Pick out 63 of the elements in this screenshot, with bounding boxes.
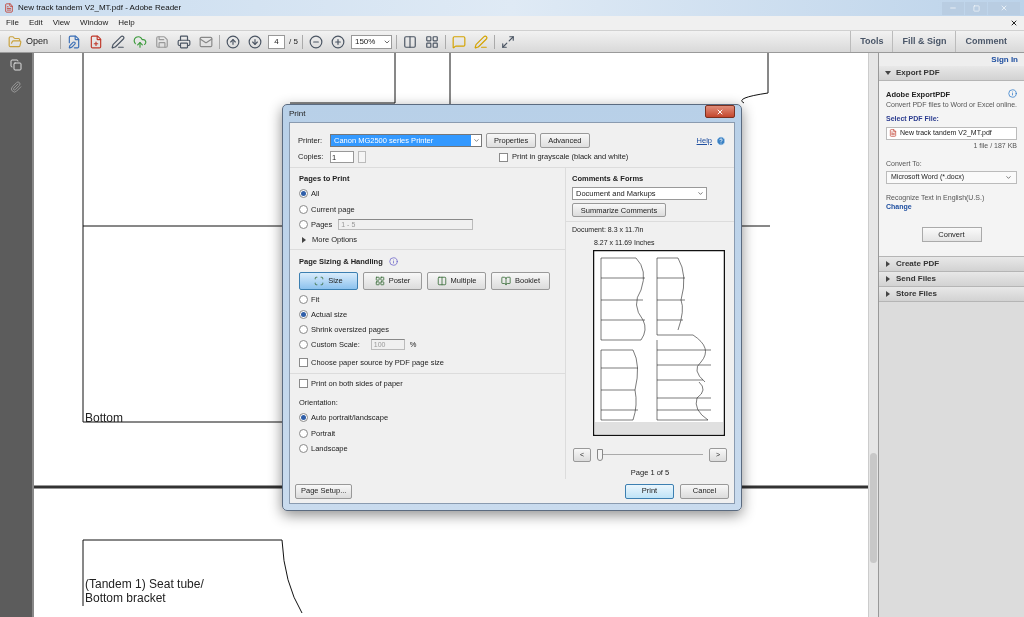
radio-button[interactable] [299, 294, 308, 304]
drawing-caption: Bottom [85, 410, 123, 427]
radio-button[interactable] [299, 204, 308, 214]
close-button[interactable] [705, 105, 735, 118]
collapsed-triangle-icon [885, 261, 891, 268]
pdf-file-icon [889, 129, 897, 138]
expanded-triangle-icon [885, 70, 891, 76]
maximize-icon [972, 4, 980, 12]
slider-thumb[interactable] [597, 449, 603, 462]
caret-icon [472, 137, 480, 144]
menu-item[interactable]: File [6, 17, 19, 29]
checkbox[interactable] [499, 152, 508, 162]
collapsed-triangle-icon [301, 236, 307, 243]
pane-tab[interactable]: Tools [850, 31, 893, 52]
page-slider[interactable] [597, 449, 703, 462]
page-number-field[interactable]: 4 [268, 34, 286, 49]
folder-icon [8, 34, 22, 49]
pane-tab[interactable]: Fill & Sign [892, 31, 956, 52]
open-button[interactable]: Open [8, 34, 57, 49]
section-header[interactable]: Store Files [879, 287, 1024, 303]
caret-icon [1005, 173, 1012, 181]
collapsed-triangle-icon [885, 276, 891, 283]
radio-button[interactable] [299, 219, 308, 229]
menu-item[interactable]: View [52, 17, 70, 29]
menu-item[interactable]: Edit [28, 17, 43, 29]
radio-button[interactable] [299, 340, 308, 350]
close-icon [716, 107, 724, 116]
radio-button[interactable] [299, 309, 308, 319]
drawing-caption: (Tandem 1) Seat tube/ Bottom bracket [85, 577, 205, 605]
help-icon[interactable] [716, 135, 726, 146]
booklet-mode-icon [501, 275, 511, 286]
dialog-title: Print [289, 107, 306, 120]
spinner-buttons[interactable] [358, 151, 366, 163]
collapsed-triangle-icon [885, 291, 891, 298]
radio-button[interactable] [299, 325, 308, 335]
caret-icon [697, 190, 704, 198]
pdf-file-icon [4, 3, 14, 13]
poster-mode-icon [374, 275, 385, 286]
pages-icon[interactable] [10, 59, 22, 71]
radio-button[interactable] [299, 443, 308, 453]
info-icon[interactable] [388, 257, 398, 267]
section-header[interactable]: Send Files [879, 272, 1024, 288]
radio-button[interactable] [299, 428, 308, 438]
pane-tab[interactable]: Comment [955, 31, 1016, 52]
size-mode-icon [314, 275, 325, 286]
zoom-dropdown[interactable]: 150% [350, 34, 392, 49]
scrollbar[interactable] [868, 53, 878, 617]
close-icon [1000, 4, 1008, 12]
page-total: / 5 [289, 35, 298, 48]
checkbox[interactable] [299, 357, 308, 367]
close-icon[interactable] [1010, 19, 1018, 27]
radio-button[interactable] [299, 189, 308, 199]
checkbox[interactable] [299, 378, 308, 388]
window-title: New track tandem V2_MT.pdf - Adobe Reader [18, 2, 182, 14]
multiple-mode-icon [436, 275, 447, 286]
section-header[interactable]: Export PDF [879, 66, 1024, 81]
info-icon [1008, 89, 1017, 98]
menu-item[interactable]: Help [118, 17, 135, 29]
paperclip-icon[interactable] [10, 81, 22, 93]
menu-item[interactable]: Window [79, 17, 109, 29]
section-header[interactable]: Create PDF [879, 257, 1024, 273]
radio-button[interactable] [299, 413, 308, 423]
sign-in-link[interactable]: Sign In [991, 53, 1018, 66]
